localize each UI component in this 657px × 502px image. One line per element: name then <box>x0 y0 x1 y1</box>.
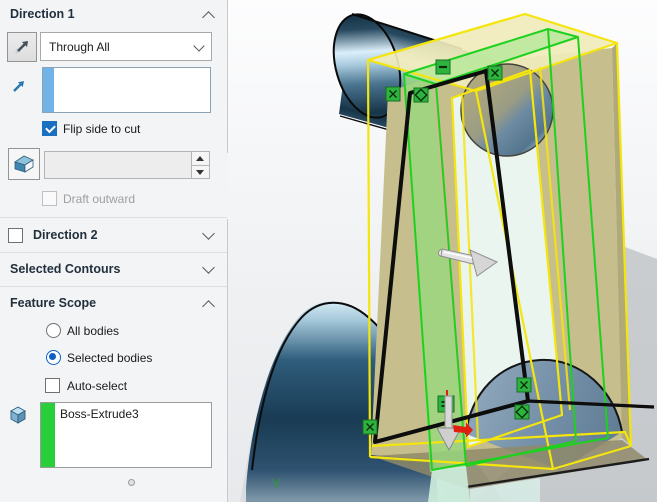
bodies-selection-box[interactable]: Boss-Extrude3 <box>40 402 212 468</box>
chevron-up-icon[interactable] <box>202 300 215 313</box>
chevron-down-icon[interactable] <box>202 261 215 274</box>
selection-active-bar <box>43 68 54 112</box>
flip-side-label: Flip side to cut <box>63 122 140 136</box>
spin-down-button[interactable] <box>192 166 209 179</box>
draft-outward-label: Draft outward <box>63 192 135 206</box>
section-title-direction1: Direction 1 <box>10 7 75 21</box>
draft-button[interactable] <box>8 148 40 180</box>
relation-icon[interactable] <box>436 60 450 74</box>
all-bodies-label: All bodies <box>67 324 119 338</box>
property-manager-panel: Direction 1 Through All Flip side to cut <box>0 0 228 502</box>
graphics-viewport[interactable]: Y <box>228 0 657 502</box>
section-divider <box>0 217 227 218</box>
model-scene: Y <box>228 0 657 502</box>
listbox-resize-grip[interactable] <box>128 479 135 486</box>
draft-angle-input <box>44 151 210 179</box>
draft-outward-checkbox <box>42 191 57 206</box>
section-title-selected-contours[interactable]: Selected Contours <box>10 262 120 276</box>
body-list-item[interactable]: Boss-Extrude3 <box>60 407 139 421</box>
section-title-feature-scope[interactable]: Feature Scope <box>10 296 96 310</box>
flip-side-checkbox[interactable] <box>42 121 57 136</box>
direction-reference-selection-box[interactable] <box>42 67 211 113</box>
section-divider <box>0 286 227 287</box>
relation-icon[interactable] <box>488 66 502 80</box>
relation-icon[interactable] <box>414 88 428 102</box>
relation-icon[interactable] <box>363 420 377 434</box>
selected-bodies-radio[interactable] <box>46 350 61 365</box>
direction-reference-arrow-icon <box>11 78 27 94</box>
section-title-direction2[interactable]: Direction 2 <box>33 228 98 242</box>
end-condition-value: Through All <box>41 40 110 54</box>
section-divider <box>0 252 227 253</box>
direction2-checkbox[interactable] <box>8 228 23 243</box>
solid-body-cube-icon <box>8 404 28 424</box>
spin-up-button[interactable] <box>192 152 209 166</box>
selected-bodies-label: Selected bodies <box>67 351 152 365</box>
reverse-direction-button[interactable] <box>7 32 37 62</box>
body-highlight-bar <box>41 403 55 467</box>
solidworks-extruded-cut-ui: { "panel": { "direction1": { "title": "D… <box>0 0 657 502</box>
draft-icon <box>12 153 36 175</box>
relation-icon[interactable] <box>515 405 529 419</box>
chevron-up-icon[interactable] <box>202 11 215 24</box>
axis-label-y: Y <box>272 476 281 491</box>
chevron-down-icon[interactable] <box>202 227 215 240</box>
reverse-direction-icon <box>12 37 32 57</box>
relation-icon[interactable] <box>386 87 400 101</box>
relation-icon[interactable] <box>517 378 531 392</box>
chevron-down-icon <box>193 40 204 51</box>
auto-select-label: Auto-select <box>67 379 127 393</box>
auto-select-checkbox[interactable] <box>45 378 60 393</box>
all-bodies-radio[interactable] <box>46 323 61 338</box>
end-condition-dropdown[interactable]: Through All <box>40 32 212 61</box>
